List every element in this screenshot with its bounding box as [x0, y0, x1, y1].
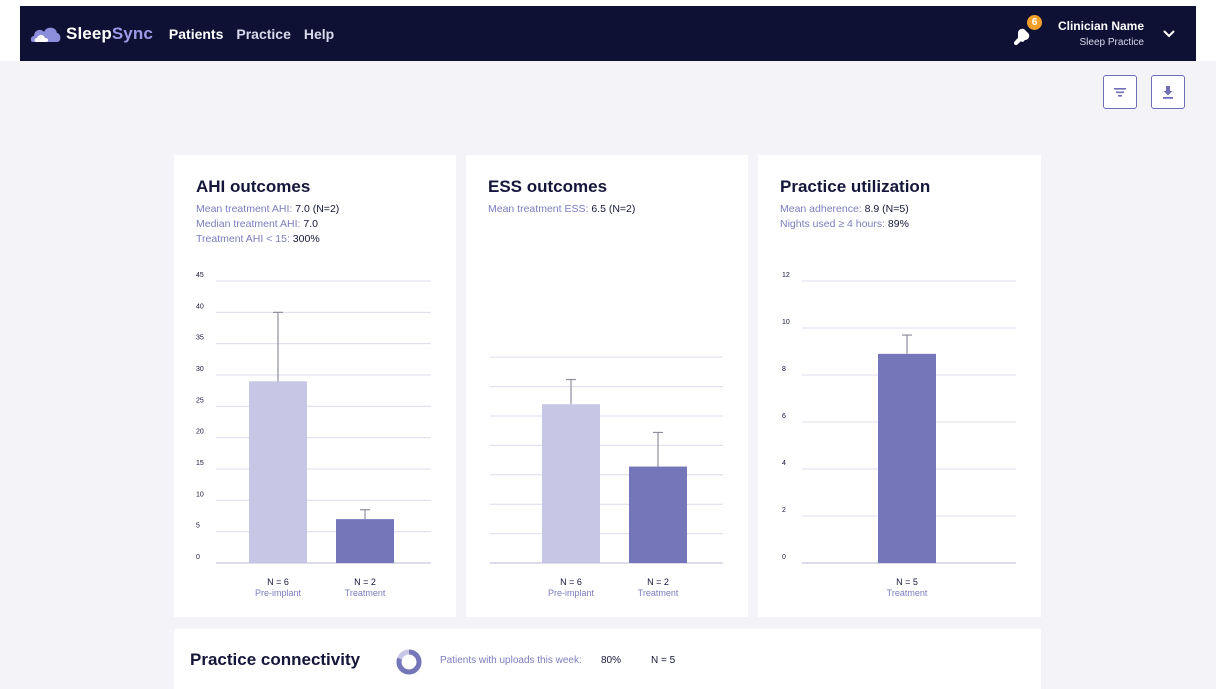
y-tick-label: 15 — [196, 460, 204, 467]
connectivity-n: N = 5 — [651, 655, 676, 666]
logo[interactable]: SleepSync — [30, 24, 153, 44]
y-tick-label: 4 — [782, 460, 786, 467]
ahi-bar-chart: 0 5 10 15 20 25 30 35 40 45 N = 6Pre-implant N = 2T… — [196, 272, 431, 598]
y-tick-label: 0 — [196, 554, 200, 561]
n-label: N = 2 — [354, 577, 376, 587]
nav-links: Patients Practice Help — [169, 26, 347, 42]
ess-bar-chart: N = 6Pre-implant N = 2Treatment — [490, 356, 723, 598]
connectivity-label: Patients with uploads this week: — [440, 655, 582, 666]
connectivity-ring — [396, 649, 422, 675]
card-title: Practice connectivity — [190, 650, 361, 669]
top-bar: SleepSync Patients Practice Help 6 Clini… — [0, 0, 1216, 61]
bar-treatment — [336, 519, 394, 563]
download-icon — [1163, 86, 1173, 99]
ahi-outcomes-card: AHI outcomes Mean treatment AHI: 7.0 (N=… — [174, 155, 456, 617]
download-button[interactable] — [1151, 75, 1185, 109]
user-menu-toggle[interactable] — [1156, 21, 1182, 47]
practice-utilization-card: Practice utilization Mean adherence: 8.9… — [758, 155, 1041, 617]
y-tick-label: 20 — [196, 429, 204, 436]
user-name: Clinician Name — [1057, 19, 1144, 33]
connectivity-percent: 80% — [601, 655, 622, 666]
toolbar — [0, 75, 1216, 109]
chevron-down-icon — [1163, 30, 1175, 37]
category-label: Pre-implant — [255, 588, 302, 598]
category-label: Pre-implant — [548, 588, 595, 598]
bar-pre-implant — [542, 404, 600, 563]
notifications-button[interactable]: 6 — [1012, 14, 1042, 47]
y-tick-label: 45 — [196, 272, 204, 279]
practice-connectivity-card: Practice connectivity Patients with uplo… — [174, 629, 1041, 689]
category-label: Treatment — [887, 588, 928, 598]
nav-patients[interactable]: Patients — [169, 26, 223, 42]
y-tick-label: 8 — [782, 366, 786, 373]
cloud-logo-icon — [30, 27, 61, 42]
n-label: N = 2 — [647, 577, 669, 587]
filter-button[interactable] — [1103, 75, 1137, 109]
y-tick-label: 40 — [196, 303, 204, 310]
y-tick-label: 35 — [196, 335, 204, 342]
user-practice: Sleep Practice — [1079, 37, 1144, 48]
y-tick-label: 10 — [196, 491, 204, 498]
user-menu[interactable]: Clinician Name Sleep Practice — [1058, 19, 1144, 48]
y-tick-label: 25 — [196, 397, 204, 404]
y-tick-label: 10 — [782, 319, 790, 326]
bar-pre-implant — [249, 381, 307, 563]
logo-text: SleepSync — [66, 23, 153, 43]
n-label: N = 5 — [896, 577, 918, 587]
filter-icon — [1114, 88, 1126, 97]
nav-help[interactable]: Help — [304, 26, 334, 42]
notification-badge: 6 — [1026, 14, 1042, 30]
y-tick-label: 30 — [196, 366, 204, 373]
nav-practice[interactable]: Practice — [236, 26, 290, 42]
bar-treatment — [629, 466, 687, 563]
n-label: N = 6 — [560, 577, 582, 587]
y-tick-label: 12 — [782, 272, 790, 279]
y-tick-label: 2 — [782, 507, 786, 514]
category-label: Treatment — [345, 588, 386, 598]
nav-right: 6 Clinician Name Sleep Practice — [1012, 6, 1196, 61]
y-tick-label: 0 — [782, 554, 786, 561]
y-tick-label: 6 — [782, 413, 786, 420]
navbar: SleepSync Patients Practice Help 6 Clini… — [20, 6, 1196, 61]
bar-treatment — [878, 353, 936, 563]
utilization-bar-chart: 0 2 4 6 8 10 12 N = 5Treatment — [782, 272, 1016, 598]
y-tick-label: 5 — [196, 523, 200, 530]
n-label: N = 6 — [267, 577, 289, 587]
ess-outcomes-card: ESS outcomes Mean treatment ESS: 6.5 (N=… — [466, 155, 748, 617]
category-label: Treatment — [638, 588, 679, 598]
